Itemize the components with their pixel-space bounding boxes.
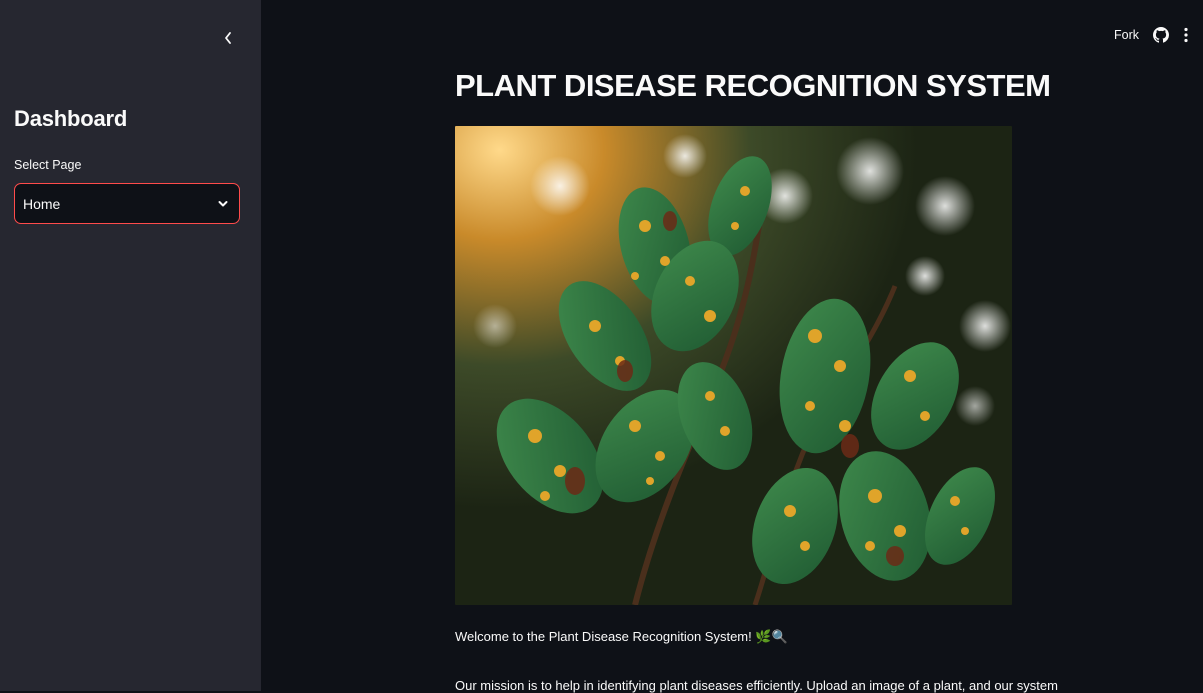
main-menu-button[interactable] [1183,27,1189,43]
sidebar-title: Dashboard [14,106,128,131]
fork-button[interactable]: Fork [1114,28,1139,42]
sidebar: Dashboard Select Page Home [0,0,261,691]
select-page-label: Select Page [14,158,82,172]
kebab-menu-icon [1184,27,1188,43]
hero-image [455,126,1012,605]
page-select[interactable]: Home [14,183,240,224]
chevron-down-icon [218,200,228,206]
github-button[interactable] [1153,27,1169,43]
sidebar-collapse-button[interactable] [214,26,242,50]
diseased-leaves-image [455,126,1012,605]
chevron-left-icon [225,32,231,44]
header-toolbar: Fork [1114,24,1189,46]
welcome-text: Welcome to the Plant Disease Recognition… [455,629,788,644]
page-select-value: Home [23,195,61,212]
github-icon [1153,27,1169,43]
page-title: PLANT DISEASE RECOGNITION SYSTEM [455,68,1051,103]
